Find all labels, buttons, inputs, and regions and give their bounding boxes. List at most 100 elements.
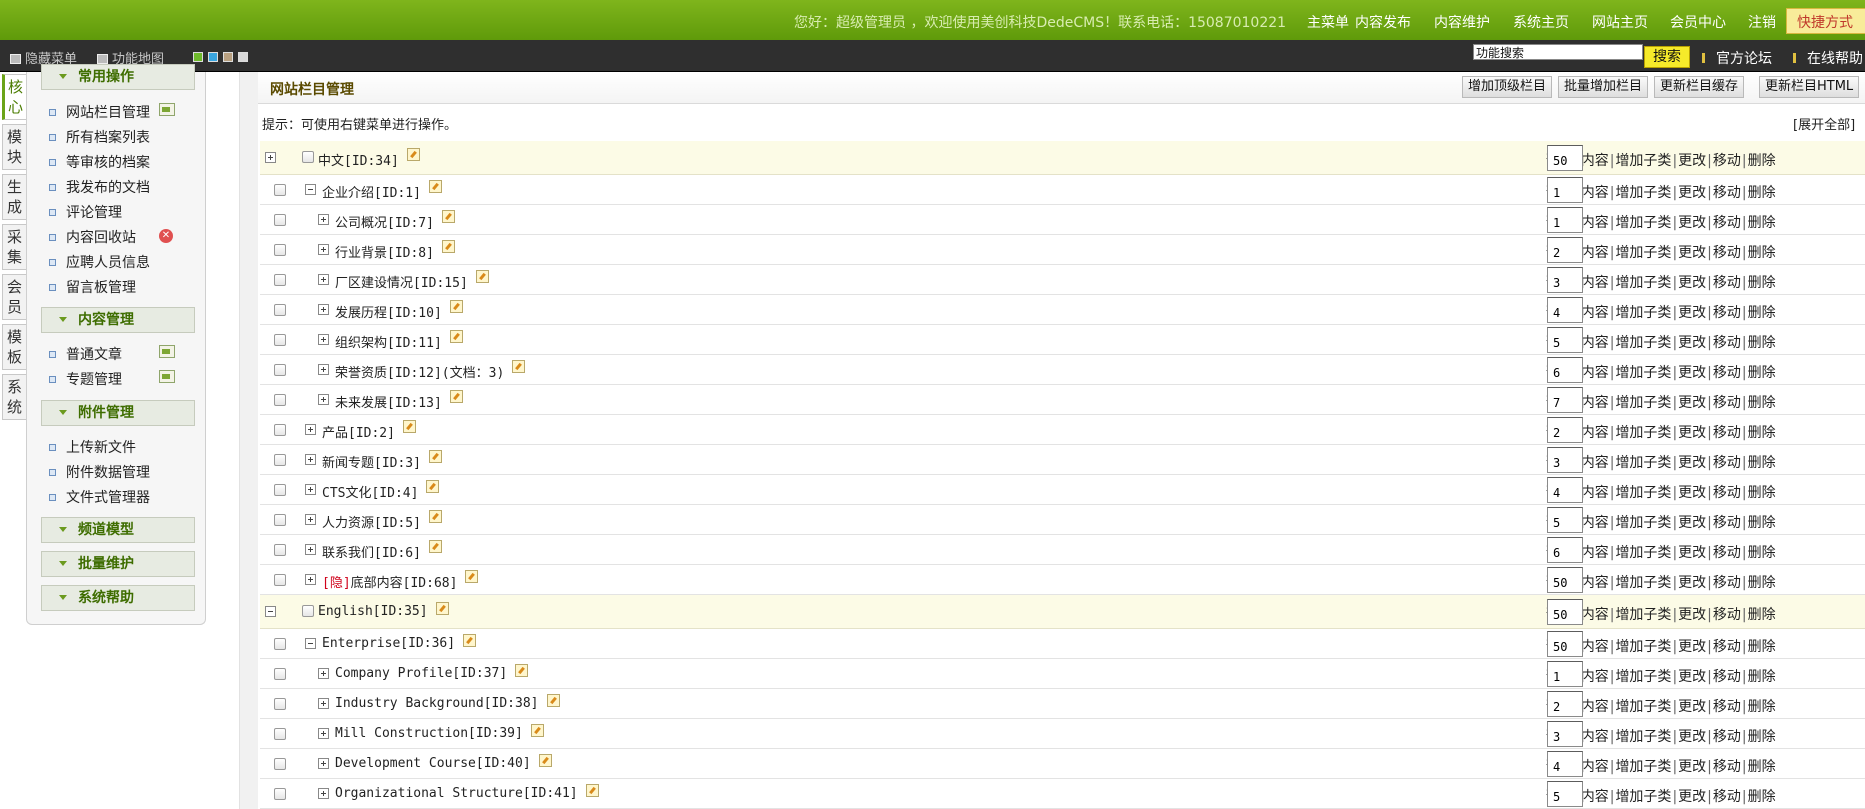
tab-templates[interactable]: 模板 (2, 324, 26, 370)
edit-link[interactable]: 更改 (1678, 305, 1706, 321)
expand-icon[interactable] (318, 244, 329, 255)
content-link[interactable]: 内容 (1581, 789, 1609, 805)
edit-icon[interactable] (407, 148, 420, 161)
edit-link[interactable]: 更改 (1678, 395, 1706, 411)
edit-icon[interactable] (515, 664, 528, 677)
delete-link[interactable]: 删除 (1748, 515, 1776, 531)
expand-icon[interactable] (305, 514, 316, 525)
delete-link[interactable]: 删除 (1748, 245, 1776, 261)
category-name[interactable]: 荣誉资质[ID:12](文档：3) (335, 362, 504, 381)
edit-link[interactable]: 更改 (1678, 759, 1706, 775)
search-button[interactable]: 搜索 (1644, 46, 1690, 68)
category-row[interactable]: Enterprise[ID:36]预览|内容|增加子类|更改|移动|删除 (260, 629, 1865, 659)
row-checkbox[interactable] (274, 638, 286, 650)
move-link[interactable]: 移动 (1713, 395, 1741, 411)
edit-link[interactable]: 更改 (1678, 425, 1706, 441)
menu-group-common[interactable]: 常用操作 (41, 64, 195, 90)
edit-link[interactable]: 更改 (1678, 185, 1706, 201)
row-checkbox[interactable] (274, 304, 286, 316)
content-link[interactable]: 内容 (1581, 699, 1609, 715)
row-checkbox[interactable] (302, 151, 314, 163)
sort-order-input[interactable] (1547, 297, 1583, 323)
expand-icon[interactable] (305, 454, 316, 465)
sort-order-input[interactable] (1547, 145, 1583, 171)
move-link[interactable]: 移动 (1713, 305, 1741, 321)
row-checkbox[interactable] (274, 484, 286, 496)
content-link[interactable]: 内容 (1581, 275, 1609, 291)
category-row[interactable]: 行业背景[ID:8]预览|内容|增加子类|更改|移动|删除 (260, 235, 1865, 265)
tab-modules[interactable]: 模块 (2, 124, 26, 170)
menu-item-comments[interactable]: 评论管理 (49, 202, 122, 222)
edit-link[interactable]: 更改 (1678, 789, 1706, 805)
edit-icon[interactable] (429, 450, 442, 463)
row-checkbox[interactable] (274, 544, 286, 556)
content-link[interactable]: 内容 (1581, 245, 1609, 261)
update-category-cache-button[interactable]: 更新栏目缓存 (1654, 76, 1745, 98)
expand-icon[interactable] (265, 152, 276, 163)
category-row[interactable]: Organizational Structure[ID:41]预览|内容|增加子… (260, 779, 1865, 809)
expand-icon[interactable] (318, 758, 329, 769)
delete-link[interactable]: 删除 (1748, 215, 1776, 231)
edit-link[interactable]: 更改 (1678, 729, 1706, 745)
edit-link[interactable]: 更改 (1678, 639, 1706, 655)
tab-members[interactable]: 会员 (2, 274, 26, 320)
content-link[interactable]: 内容 (1581, 669, 1609, 685)
edit-icon[interactable] (465, 570, 478, 583)
add-subcategory-link[interactable]: 增加子类 (1615, 789, 1671, 805)
category-row[interactable]: 企业介绍[ID:1]预览|内容|增加子类|更改|移动|删除 (260, 175, 1865, 205)
delete-link[interactable]: 删除 (1748, 545, 1776, 561)
menu-item-pending-archives[interactable]: 等审核的档案 (49, 152, 150, 172)
move-link[interactable]: 移动 (1713, 545, 1741, 561)
menu-item-upload[interactable]: 上传新文件 (49, 437, 136, 457)
menu-item-category-manage[interactable]: 网站栏目管理 (49, 102, 150, 122)
delete-link[interactable]: 删除 (1748, 789, 1776, 805)
collapse-icon[interactable] (305, 184, 316, 195)
add-subcategory-link[interactable]: 增加子类 (1615, 699, 1671, 715)
add-subcategory-link[interactable]: 增加子类 (1615, 335, 1671, 351)
category-row[interactable]: 发展历程[ID:10]预览|内容|增加子类|更改|移动|删除 (260, 295, 1865, 325)
delete-link[interactable]: 删除 (1748, 575, 1776, 591)
content-link[interactable]: 内容 (1581, 759, 1609, 775)
add-subcategory-link[interactable]: 增加子类 (1615, 575, 1671, 591)
category-name[interactable]: 企业介绍[ID:1] (322, 182, 421, 201)
expand-icon[interactable] (318, 668, 329, 679)
sort-order-input[interactable] (1547, 781, 1583, 807)
edit-link[interactable]: 更改 (1678, 215, 1706, 231)
sort-order-input[interactable] (1547, 357, 1583, 383)
skin-brown-icon[interactable] (223, 52, 233, 62)
move-link[interactable]: 移动 (1713, 575, 1741, 591)
category-name[interactable]: Development Course[ID:40] (335, 756, 531, 771)
category-row[interactable]: 荣誉资质[ID:12](文档：3)预览|内容|增加子类|更改|移动|删除 (260, 355, 1865, 385)
expand-icon[interactable] (305, 424, 316, 435)
edit-icon[interactable] (442, 210, 455, 223)
add-subcategory-link[interactable]: 增加子类 (1615, 245, 1671, 261)
category-name[interactable]: Industry Background[ID:38] (335, 696, 539, 711)
delete-link[interactable]: 删除 (1748, 639, 1776, 655)
edit-link[interactable]: 更改 (1678, 455, 1706, 471)
move-link[interactable]: 移动 (1713, 729, 1741, 745)
content-link[interactable]: 内容 (1581, 515, 1609, 531)
nav-content-publish[interactable]: 内容发布 (1355, 12, 1411, 32)
move-link[interactable]: 移动 (1713, 365, 1741, 381)
update-category-html-button[interactable]: 更新栏目HTML (1759, 76, 1860, 98)
category-row[interactable]: 新闻专题[ID:3]预览|内容|增加子类|更改|移动|删除 (260, 445, 1865, 475)
batch-add-category-button[interactable]: 批量增加栏目 (1558, 76, 1649, 98)
row-checkbox[interactable] (274, 728, 286, 740)
category-name[interactable]: 中文[ID:34] (318, 150, 399, 169)
sort-order-input[interactable] (1547, 751, 1583, 777)
add-subcategory-link[interactable]: 增加子类 (1615, 639, 1671, 655)
content-link[interactable]: 内容 (1581, 153, 1609, 169)
tab-generate[interactable]: 生成 (2, 174, 26, 220)
menu-item-recycle-bin[interactable]: 内容回收站 (49, 227, 136, 247)
menu-group-channel-models[interactable]: 频道模型 (41, 517, 195, 543)
delete-link[interactable]: 删除 (1748, 729, 1776, 745)
expand-icon[interactable] (318, 728, 329, 739)
tab-collect[interactable]: 采集 (2, 224, 26, 270)
category-row[interactable]: 人力资源[ID:5]预览|内容|增加子类|更改|移动|删除 (260, 505, 1865, 535)
expand-icon[interactable] (305, 484, 316, 495)
category-row[interactable]: Development Course[ID:40]预览|内容|增加子类|更改|移… (260, 749, 1865, 779)
edit-icon[interactable] (403, 420, 416, 433)
move-link[interactable]: 移动 (1713, 669, 1741, 685)
expand-icon[interactable] (318, 214, 329, 225)
nav-content-maintain[interactable]: 内容维护 (1434, 12, 1490, 32)
